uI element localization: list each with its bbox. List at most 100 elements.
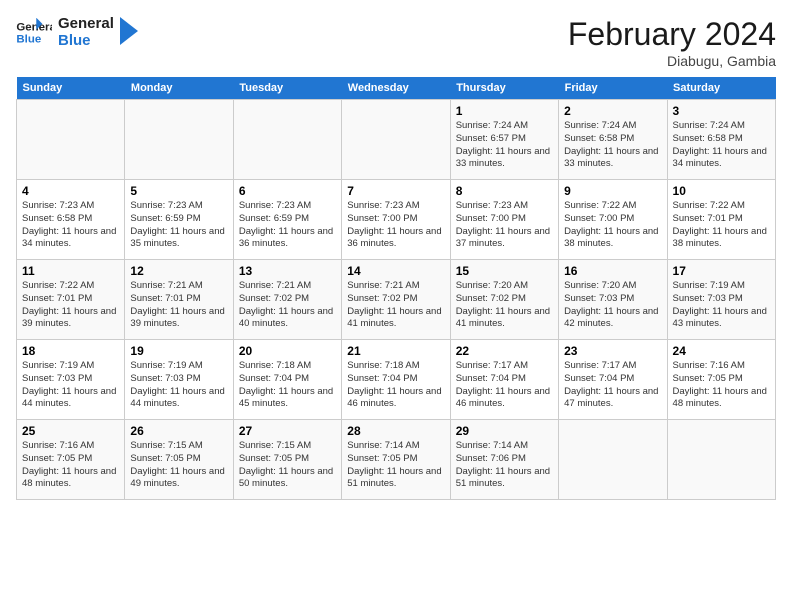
table-row: 9 Sunrise: 7:22 AMSunset: 7:00 PMDaylight… <box>559 180 667 260</box>
day-number: 5 <box>130 184 227 198</box>
day-info: Sunrise: 7:17 AMSunset: 7:04 PMDaylight:… <box>456 360 553 411</box>
day-number: 13 <box>239 264 336 278</box>
day-info: Sunrise: 7:22 AMSunset: 7:00 PMDaylight:… <box>564 200 661 251</box>
table-row: 22 Sunrise: 7:17 AMSunset: 7:04 PMDayligh… <box>450 340 558 420</box>
table-row <box>667 420 775 500</box>
day-number: 6 <box>239 184 336 198</box>
day-info: Sunrise: 7:23 AMSunset: 7:00 PMDaylight:… <box>456 200 553 251</box>
table-row: 20Sunrise: 7:18 AMSunset: 7:04 PMDayligh… <box>233 340 341 420</box>
day-info: Sunrise: 7:18 AMSunset: 7:04 PMDaylight:… <box>347 360 444 411</box>
table-row: 7Sunrise: 7:23 AMSunset: 7:00 PMDaylight… <box>342 180 450 260</box>
table-row: 4 Sunrise: 7:23 AMSunset: 6:58 PMDaylight… <box>17 180 125 260</box>
table-row: 19Sunrise: 7:19 AMSunset: 7:03 PMDayligh… <box>125 340 233 420</box>
table-row <box>559 420 667 500</box>
table-row: 10 Sunrise: 7:22 AMSunset: 7:01 PMDayligh… <box>667 180 775 260</box>
table-row: 2Sunrise: 7:24 AMSunset: 6:58 PMDaylight… <box>559 100 667 180</box>
col-monday: Monday <box>125 77 233 100</box>
table-row: 13 Sunrise: 7:21 AMSunset: 7:02 PMDayligh… <box>233 260 341 340</box>
table-row: 16 Sunrise: 7:20 AMSunset: 7:03 PMDayligh… <box>559 260 667 340</box>
day-number: 19 <box>130 344 227 358</box>
day-number: 25 <box>22 424 119 438</box>
day-number: 16 <box>564 264 661 278</box>
col-wednesday: Wednesday <box>342 77 450 100</box>
table-row: 8 Sunrise: 7:23 AMSunset: 7:00 PMDaylight… <box>450 180 558 260</box>
table-row: 26 Sunrise: 7:15 AMSunset: 7:05 PMDayligh… <box>125 420 233 500</box>
table-row <box>342 100 450 180</box>
day-number: 10 <box>673 184 770 198</box>
day-number: 1 <box>456 104 553 118</box>
day-number: 26 <box>130 424 227 438</box>
table-row <box>17 100 125 180</box>
table-row <box>233 100 341 180</box>
logo-arrow-icon <box>120 17 138 45</box>
day-info: Sunrise: 7:21 AMSunset: 7:02 PMDaylight:… <box>347 280 444 331</box>
day-info: Sunrise: 7:24 AMSunset: 6:58 PMDaylight:… <box>673 120 770 171</box>
day-number: 28 <box>347 424 444 438</box>
day-number: 23 <box>564 344 661 358</box>
table-row: 17Sunrise: 7:19 AMSunset: 7:03 PMDayligh… <box>667 260 775 340</box>
day-number: 27 <box>239 424 336 438</box>
day-info: Sunrise: 7:20 AMSunset: 7:02 PMDaylight:… <box>456 280 553 331</box>
table-row <box>125 100 233 180</box>
col-saturday: Saturday <box>667 77 775 100</box>
day-info: Sunrise: 7:21 AMSunset: 7:02 PMDaylight:… <box>239 280 336 331</box>
day-number: 7 <box>347 184 444 198</box>
day-number: 15 <box>456 264 553 278</box>
calendar-table: Sunday Monday Tuesday Wednesday Thursday… <box>16 77 776 500</box>
table-row: 12Sunrise: 7:21 AMSunset: 7:01 PMDayligh… <box>125 260 233 340</box>
day-number: 17 <box>673 264 770 278</box>
table-row: 25Sunrise: 7:16 AMSunset: 7:05 PMDayligh… <box>17 420 125 500</box>
table-row: 23 Sunrise: 7:17 AMSunset: 7:04 PMDayligh… <box>559 340 667 420</box>
table-row: 24Sunrise: 7:16 AMSunset: 7:05 PMDayligh… <box>667 340 775 420</box>
table-row: 14 Sunrise: 7:21 AMSunset: 7:02 PMDayligh… <box>342 260 450 340</box>
col-tuesday: Tuesday <box>233 77 341 100</box>
logo-general: General <box>58 16 114 33</box>
day-info: Sunrise: 7:20 AMSunset: 7:03 PMDaylight:… <box>564 280 661 331</box>
location-subtitle: Diabugu, Gambia <box>568 53 776 69</box>
day-number: 8 <box>456 184 553 198</box>
day-info: Sunrise: 7:24 AMSunset: 6:58 PMDaylight:… <box>564 120 661 171</box>
day-number: 21 <box>347 344 444 358</box>
day-number: 20 <box>239 344 336 358</box>
day-number: 4 <box>22 184 119 198</box>
day-number: 3 <box>673 104 770 118</box>
table-row: 6 Sunrise: 7:23 AMSunset: 6:59 PMDaylight… <box>233 180 341 260</box>
day-number: 9 <box>564 184 661 198</box>
day-info: Sunrise: 7:23 AMSunset: 6:58 PMDaylight:… <box>22 200 119 251</box>
table-row: 15 Sunrise: 7:20 AMSunset: 7:02 PMDayligh… <box>450 260 558 340</box>
day-info: Sunrise: 7:15 AMSunset: 7:05 PMDaylight:… <box>239 440 336 491</box>
col-sunday: Sunday <box>17 77 125 100</box>
table-row: 3 Sunrise: 7:24 AMSunset: 6:58 PMDaylight… <box>667 100 775 180</box>
day-info: Sunrise: 7:22 AMSunset: 7:01 PMDaylight:… <box>22 280 119 331</box>
calendar-week-row: 25Sunrise: 7:16 AMSunset: 7:05 PMDayligh… <box>17 420 776 500</box>
day-info: Sunrise: 7:24 AMSunset: 6:57 PMDaylight:… <box>456 120 553 171</box>
calendar-week-row: 1 Sunrise: 7:24 AMSunset: 6:57 PMDaylight… <box>17 100 776 180</box>
day-number: 18 <box>22 344 119 358</box>
day-info: Sunrise: 7:21 AMSunset: 7:01 PMDaylight:… <box>130 280 227 331</box>
day-info: Sunrise: 7:23 AMSunset: 6:59 PMDaylight:… <box>130 200 227 251</box>
calendar-header-row: Sunday Monday Tuesday Wednesday Thursday… <box>17 77 776 100</box>
day-number: 24 <box>673 344 770 358</box>
table-row: 21 Sunrise: 7:18 AMSunset: 7:04 PMDayligh… <box>342 340 450 420</box>
day-info: Sunrise: 7:14 AMSunset: 7:06 PMDaylight:… <box>456 440 553 491</box>
day-number: 29 <box>456 424 553 438</box>
logo: General Blue General Blue <box>16 16 138 49</box>
day-number: 22 <box>456 344 553 358</box>
day-info: Sunrise: 7:23 AMSunset: 6:59 PMDaylight:… <box>239 200 336 251</box>
page-header: General Blue General Blue February 2024 … <box>16 16 776 69</box>
day-info: Sunrise: 7:15 AMSunset: 7:05 PMDaylight:… <box>130 440 227 491</box>
table-row: 5 Sunrise: 7:23 AMSunset: 6:59 PMDaylight… <box>125 180 233 260</box>
table-row: 18Sunrise: 7:19 AMSunset: 7:03 PMDayligh… <box>17 340 125 420</box>
day-info: Sunrise: 7:22 AMSunset: 7:01 PMDaylight:… <box>673 200 770 251</box>
day-info: Sunrise: 7:17 AMSunset: 7:04 PMDaylight:… <box>564 360 661 411</box>
calendar-week-row: 4 Sunrise: 7:23 AMSunset: 6:58 PMDaylight… <box>17 180 776 260</box>
col-friday: Friday <box>559 77 667 100</box>
day-number: 11 <box>22 264 119 278</box>
svg-text:Blue: Blue <box>16 33 41 45</box>
day-number: 14 <box>347 264 444 278</box>
logo-icon: General Blue <box>16 18 52 48</box>
table-row: 1 Sunrise: 7:24 AMSunset: 6:57 PMDaylight… <box>450 100 558 180</box>
svg-text:General: General <box>16 21 52 33</box>
table-row: 29 Sunrise: 7:14 AMSunset: 7:06 PMDayligh… <box>450 420 558 500</box>
calendar-week-row: 18Sunrise: 7:19 AMSunset: 7:03 PMDayligh… <box>17 340 776 420</box>
